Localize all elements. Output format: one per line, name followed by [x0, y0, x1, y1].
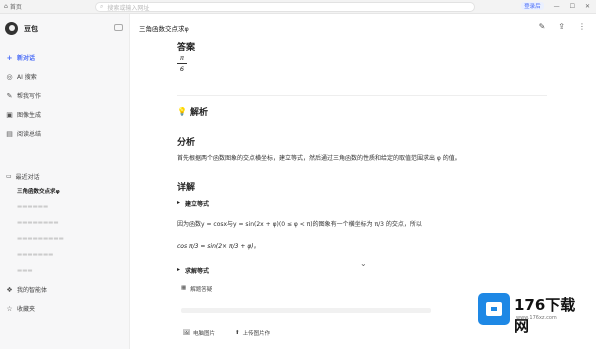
- recent-item[interactable]: ▬▬▬▬▬▬▬: [4, 247, 124, 263]
- user-header[interactable]: 豆包: [5, 22, 38, 35]
- sidebar-item-label: AI 搜索: [17, 74, 37, 81]
- search-icon: ⌕: [100, 3, 104, 10]
- step-1-title: ▸ 建立等式: [177, 199, 210, 208]
- step-2-title: ▸ 求解等式: [177, 266, 210, 275]
- qa-icon: ▦: [181, 285, 187, 291]
- upload-icon: ⬆: [235, 330, 240, 336]
- answer-numerator: π: [180, 54, 184, 62]
- step-1-text: 因为函数y = cosx与y = sin(2x + φ)(0 ≤ φ < π)的…: [177, 221, 422, 228]
- sidebar: 豆包 + 新对话 ◎ AI 搜索 ✎ 帮我写作 ▣ 图像生成 ▤ 阅读总结 ▭ …: [0, 14, 130, 349]
- write-icon: ✎: [6, 91, 13, 100]
- username: 豆包: [24, 24, 38, 33]
- sidebar-item-label: 收藏夹: [17, 306, 36, 313]
- divider: [177, 95, 547, 96]
- sidebar-item-label: 帮我写作: [17, 93, 42, 100]
- recent-item-active[interactable]: 三角函数交点求φ: [4, 183, 124, 199]
- answer-denominator: 6: [179, 65, 185, 73]
- answer-fraction: π 6: [177, 54, 187, 73]
- sidebar-item-ai-search[interactable]: ◎ AI 搜索: [4, 67, 124, 86]
- sidebar-item-label: 图像生成: [17, 112, 42, 119]
- chat-icon: ▭: [6, 172, 12, 180]
- edit-icon[interactable]: ✎: [539, 22, 546, 31]
- recent-item[interactable]: ▬▬▬: [4, 263, 124, 279]
- sidebar-item-agents[interactable]: ❖ 我的智能体: [4, 280, 124, 299]
- step-bullet-icon: ▸: [177, 266, 181, 273]
- recent-item[interactable]: ▬▬▬▬▬▬▬▬: [4, 215, 124, 231]
- plus-icon: +: [6, 53, 13, 62]
- recent-item[interactable]: ▬▬▬▬▬▬: [4, 199, 124, 215]
- browser-topbar: ⌂ 首页 ⌕ 搜索或输入网址 登录后 — ☐ ✕: [0, 0, 596, 14]
- sidebar-item-read[interactable]: ▤ 阅读总结: [4, 124, 124, 143]
- sidebar-item-write[interactable]: ✎ 帮我写作: [4, 86, 124, 105]
- sidebar-item-favorites[interactable]: ☆ 收藏夹: [4, 299, 124, 318]
- recent-chats: ▭ 最近对话 三角函数交点求φ ▬▬▬▬▬▬ ▬▬▬▬▬▬▬▬ ▬▬▬▬▬▬▬▬…: [4, 169, 124, 279]
- share-icon[interactable]: ⇪: [558, 22, 565, 31]
- recent-item[interactable]: ▬▬▬▬▬▬▬▬▬: [4, 231, 124, 247]
- home-label: 首页: [9, 4, 22, 11]
- image-icon: ▣: [6, 110, 13, 119]
- ai-search-icon: ◎: [6, 72, 13, 81]
- detail-heading: 详解: [177, 183, 196, 193]
- lightbulb-icon: 💡: [177, 107, 187, 116]
- answer-heading: 答案: [177, 43, 196, 53]
- fenxi-heading: 分析: [177, 138, 196, 148]
- fenxi-text: 首先根据两个函数图象的交点横坐标，建立等式，然后通过三角函数的性质和给定的取值范…: [177, 155, 461, 162]
- chat-title: 三角函数交点求φ: [139, 25, 189, 33]
- home-icon: ⌂: [4, 3, 8, 10]
- upload-image-button[interactable]: ⬆ 上传图片作: [235, 329, 270, 337]
- analysis-heading: 💡 解析: [177, 107, 208, 118]
- close-icon[interactable]: ✕: [585, 3, 590, 10]
- search-bar[interactable]: ⌕ 搜索或输入网址: [95, 2, 475, 12]
- sidebar-item-new-chat[interactable]: + 新对话: [4, 48, 124, 67]
- image-icon: 🖼: [183, 330, 190, 336]
- watermark: 176下载网 www.176xz.com: [478, 287, 590, 335]
- sidebar-bottom: ❖ 我的智能体 ☆ 收藏夹: [4, 280, 124, 318]
- search-placeholder: 搜索或输入网址: [107, 4, 150, 12]
- recent-title: ▭ 最近对话: [6, 172, 40, 181]
- sidebar-nav: + 新对话 ◎ AI 搜索 ✎ 帮我写作 ▣ 图像生成 ▤ 阅读总结: [4, 48, 124, 143]
- collapse-sidebar-icon[interactable]: [114, 24, 123, 31]
- favorite-icon: ☆: [6, 304, 13, 313]
- more-icon[interactable]: ⋮: [578, 22, 586, 31]
- watermark-url: www.176xz.com: [516, 315, 557, 321]
- solve-qa-button[interactable]: ▦ 解题答疑: [181, 285, 212, 293]
- chevron-down-icon[interactable]: ⌄: [360, 259, 367, 268]
- agent-icon: ❖: [6, 285, 13, 294]
- equation: cos π/3 = sin(2× π/3 + φ)。: [177, 243, 260, 250]
- read-icon: ▤: [6, 129, 13, 138]
- computer-image-button[interactable]: 🖼 电脑图片: [183, 329, 215, 337]
- step-bullet-icon: ▸: [177, 199, 181, 206]
- sidebar-item-image[interactable]: ▣ 图像生成: [4, 105, 124, 124]
- sidebar-item-label: 我的智能体: [17, 287, 48, 294]
- watermark-logo-icon: [478, 293, 510, 325]
- faded-suggestion: [181, 308, 431, 313]
- sidebar-item-label: 阅读总结: [17, 131, 42, 138]
- sidebar-item-label: 新对话: [17, 55, 36, 62]
- minimize-icon[interactable]: —: [554, 3, 560, 10]
- avatar[interactable]: [5, 22, 18, 35]
- bottom-actions: 🖼 电脑图片 ⬆ 上传图片作: [183, 329, 270, 337]
- maximize-icon[interactable]: ☐: [570, 3, 575, 10]
- home-tab[interactable]: ⌂ 首页: [4, 2, 22, 11]
- login-button[interactable]: 登录后: [521, 2, 544, 10]
